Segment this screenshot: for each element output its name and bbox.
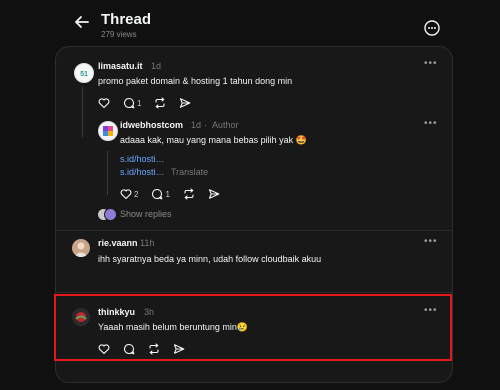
avatar[interactable]: 51 bbox=[74, 63, 94, 83]
more-options-icon[interactable] bbox=[423, 19, 441, 37]
meta-separator: · bbox=[204, 120, 207, 130]
reply-button[interactable]: 1 bbox=[123, 97, 141, 109]
post-more-icon[interactable]: ••• bbox=[424, 236, 438, 247]
username[interactable]: limasatu.it bbox=[98, 61, 143, 71]
translate-link[interactable]: Translate bbox=[171, 167, 208, 177]
avatar bbox=[104, 208, 117, 221]
post-text: promo paket domain & hosting 1 tahun don… bbox=[98, 76, 293, 86]
send-icon bbox=[208, 189, 220, 199]
post-time: 11h bbox=[140, 238, 155, 248]
post-text: adaaa kak, mau yang mana bebas pilih yak… bbox=[120, 135, 307, 145]
share-button[interactable] bbox=[179, 97, 191, 109]
heart-icon bbox=[98, 98, 110, 109]
send-icon bbox=[180, 98, 191, 108]
share-button[interactable] bbox=[208, 188, 220, 200]
repost-icon bbox=[184, 188, 194, 200]
reply-button[interactable]: 1 bbox=[151, 188, 170, 200]
username[interactable]: rie.vaann bbox=[98, 238, 138, 248]
author-badge: Author bbox=[212, 120, 239, 130]
repost-button[interactable] bbox=[154, 97, 166, 109]
post-text: ihh syaratnya beda ya minn, udah follow … bbox=[98, 254, 322, 264]
like-count: 2 bbox=[134, 189, 139, 199]
post-idwebhost: idwebhostcom 1d · Author ••• adaaa kak, … bbox=[56, 113, 452, 213]
like-button[interactable]: 2 bbox=[120, 188, 138, 200]
post-rievaann: rie.vaann 11h ••• ihh syaratnya beda ya … bbox=[56, 231, 452, 291]
comment-icon bbox=[152, 188, 163, 200]
repost-button[interactable] bbox=[183, 188, 195, 200]
post-more-icon[interactable]: ••• bbox=[424, 118, 438, 129]
thread-line bbox=[107, 151, 108, 195]
like-button[interactable] bbox=[98, 97, 110, 109]
page-title: Thread bbox=[101, 11, 152, 28]
heart-icon bbox=[120, 189, 132, 200]
reply-count: 1 bbox=[137, 98, 142, 108]
svg-text:51: 51 bbox=[80, 71, 88, 78]
view-count: 279 views bbox=[101, 30, 137, 39]
highlight-box bbox=[54, 294, 452, 361]
avatar[interactable] bbox=[72, 239, 90, 257]
thread-header: Thread 279 views bbox=[0, 0, 500, 44]
reply-avatars bbox=[97, 208, 121, 221]
post-link[interactable]: s.id/hosti… bbox=[120, 154, 165, 164]
reply-count: 1 bbox=[165, 189, 170, 199]
post-link[interactable]: s.id/hosti… bbox=[120, 167, 165, 177]
post-actions: 1 bbox=[98, 96, 204, 110]
post-more-icon[interactable]: ••• bbox=[424, 58, 438, 69]
post-time: 1d bbox=[191, 120, 202, 130]
avatar[interactable] bbox=[98, 121, 118, 141]
comment-icon bbox=[123, 97, 135, 109]
back-arrow-icon[interactable] bbox=[72, 12, 92, 32]
repost-icon bbox=[155, 97, 166, 109]
username[interactable]: idwebhostcom bbox=[120, 120, 183, 130]
show-replies-link[interactable]: Show replies bbox=[120, 209, 172, 219]
post-time: 1d bbox=[151, 61, 162, 71]
post-actions: 2 1 bbox=[120, 187, 233, 201]
